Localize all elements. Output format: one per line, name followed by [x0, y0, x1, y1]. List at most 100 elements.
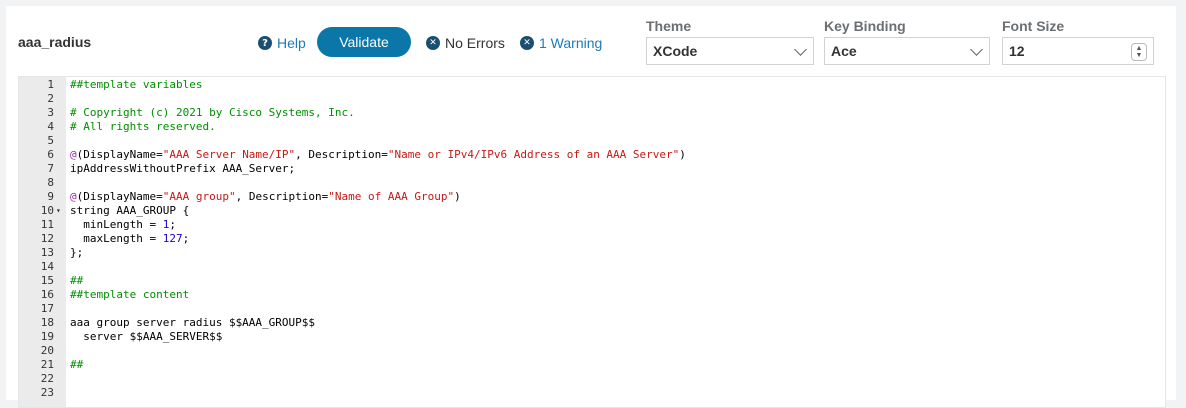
line-number: 12 [40, 232, 54, 245]
code-line[interactable]: 21 ## [19, 358, 1165, 372]
code-token: "Name or IPv4/IPv6 Address of an AAA Ser… [387, 148, 680, 161]
help-label: Help [277, 35, 306, 51]
code-text: # Copyright (c) 2021 by Cisco Systems, I… [70, 106, 355, 120]
code-token: ) [454, 190, 461, 203]
font-size-label: Font Size [1002, 18, 1065, 34]
code-text: ipAddressWithoutPrefix AAA_Server; [70, 162, 295, 176]
code-text: @(DisplayName="AAA group", Description="… [70, 190, 461, 204]
code-text: minLength = 1; [70, 218, 176, 232]
code-line[interactable]: 18 aaa group server radius $$AAA_GROUP$$ [19, 316, 1165, 330]
code-token: }; [70, 246, 84, 259]
code-text: ##template variables [70, 78, 202, 92]
chevron-down-icon [970, 43, 983, 56]
code-text: ## [70, 274, 83, 288]
validate-button[interactable]: Validate [317, 27, 411, 57]
line-number: 3 [47, 106, 54, 119]
code-text: ## [70, 358, 83, 372]
code-line[interactable]: 23 [19, 386, 1165, 400]
code-text: @(DisplayName="AAA Server Name/IP", Desc… [70, 148, 686, 162]
code-token: @ [70, 190, 77, 203]
code-token: ) [679, 148, 686, 161]
code-line[interactable]: 16 ##template content [19, 288, 1165, 302]
code-token: (DisplayName= [76, 148, 163, 161]
code-token: "AAA group" [162, 190, 236, 203]
line-number: 10 [40, 204, 54, 217]
code-text: string AAA_GROUP { [70, 204, 189, 218]
code-token: ; [169, 218, 176, 231]
code-line[interactable]: 12 maxLength = 127; [19, 232, 1165, 246]
warning-icon: ✕ [520, 36, 534, 50]
fold-arrow-icon[interactable]: ▾ [56, 204, 61, 218]
code-token: ##template variables [70, 78, 203, 91]
code-line[interactable]: 5 [19, 134, 1165, 148]
code-line[interactable]: 17 [19, 302, 1165, 316]
code-line[interactable]: 8 [19, 176, 1165, 190]
line-number: 14 [40, 260, 54, 273]
code-line[interactable]: 11 minLength = 1; [19, 218, 1165, 232]
code-editor[interactable]: 1 ##template variables 2 3 # Copyright (c) 2… [18, 76, 1166, 408]
code-text: ##template content [70, 288, 189, 302]
line-number: 7 [47, 162, 54, 175]
line-number: 1 [47, 78, 54, 91]
line-number: 15 [40, 274, 54, 287]
code-text: # All rights reserved. [70, 120, 216, 134]
errors-status[interactable]: ✕ No Errors [426, 35, 505, 51]
code-token: , Description= [235, 190, 329, 203]
code-token: # All rights reserved. [70, 120, 216, 133]
line-number: 13 [40, 246, 54, 259]
code-token: string AAA_GROUP { [70, 204, 190, 217]
code-token: ## [70, 358, 84, 371]
code-line[interactable]: 2 [19, 92, 1165, 106]
code-line[interactable]: 14 [19, 260, 1165, 274]
question-icon: ? [258, 36, 272, 50]
template-editor-panel: aaa_radius ? Help Validate ✕ No Errors ✕… [6, 6, 1176, 408]
line-number: 2 [47, 92, 54, 105]
theme-select[interactable]: XCode [646, 37, 814, 65]
code-token: maxLength = [70, 232, 163, 245]
errors-label: No Errors [445, 35, 505, 51]
key-binding-select[interactable]: Ace [824, 37, 990, 65]
warnings-label: 1 Warning [539, 35, 603, 51]
line-number: 22 [40, 372, 54, 385]
code-token: "Name of AAA Group" [328, 190, 455, 203]
theme-value: XCode [653, 43, 698, 59]
code-line[interactable]: 1 ##template variables [19, 78, 1165, 92]
code-line[interactable]: 4 # All rights reserved. [19, 120, 1165, 134]
line-number: 11 [40, 218, 54, 231]
code-text: aaa group server radius $$AAA_GROUP$$ [70, 316, 315, 330]
code-token: ##template content [70, 288, 190, 301]
code-line[interactable]: 9 @(DisplayName="AAA group", Description=… [19, 190, 1165, 204]
line-number: 5 [47, 134, 54, 147]
line-number: 19 [40, 330, 54, 343]
code-line[interactable]: 3 # Copyright (c) 2021 by Cisco Systems, … [19, 106, 1165, 120]
font-size-input[interactable]: 12 ▲ ▼ [1002, 37, 1154, 65]
code-token: , Description= [295, 148, 388, 161]
line-number: 4 [47, 120, 54, 133]
line-number: 6 [47, 148, 54, 161]
line-number: 23 [40, 386, 54, 399]
line-number: 8 [47, 176, 54, 189]
line-number: 20 [40, 344, 54, 357]
code-line[interactable]: 13}; [19, 246, 1165, 260]
code-line[interactable]: 6 @(DisplayName="AAA Server Name/IP", Des… [19, 148, 1165, 162]
key-binding-label: Key Binding [824, 18, 906, 34]
code-text: }; [70, 246, 83, 260]
template-title: aaa_radius [18, 34, 92, 50]
font-size-value: 12 [1009, 43, 1025, 59]
code-line[interactable]: 20 [19, 344, 1165, 358]
code-line[interactable]: 19 server $$AAA_SERVER$$ [19, 330, 1165, 344]
code-token: ; [182, 232, 190, 245]
error-icon: ✕ [426, 36, 440, 50]
line-number: 21 [40, 358, 54, 371]
help-link[interactable]: ? Help [258, 35, 306, 51]
code-line[interactable]: 15 ## [19, 274, 1165, 288]
code-line[interactable]: 22 [19, 372, 1165, 386]
code-line[interactable]: 10 ▾ string AAA_GROUP { [19, 204, 1165, 218]
line-number: 16 [40, 288, 54, 301]
code-line[interactable]: 7 ipAddressWithoutPrefix AAA_Server; [19, 162, 1165, 176]
spinner-icon[interactable]: ▲ ▼ [1131, 43, 1147, 61]
line-number: 17 [40, 302, 54, 315]
warnings-status[interactable]: ✕ 1 Warning [520, 35, 602, 51]
code-token: minLength = [70, 218, 163, 231]
code-text: maxLength = 127; [70, 232, 189, 246]
